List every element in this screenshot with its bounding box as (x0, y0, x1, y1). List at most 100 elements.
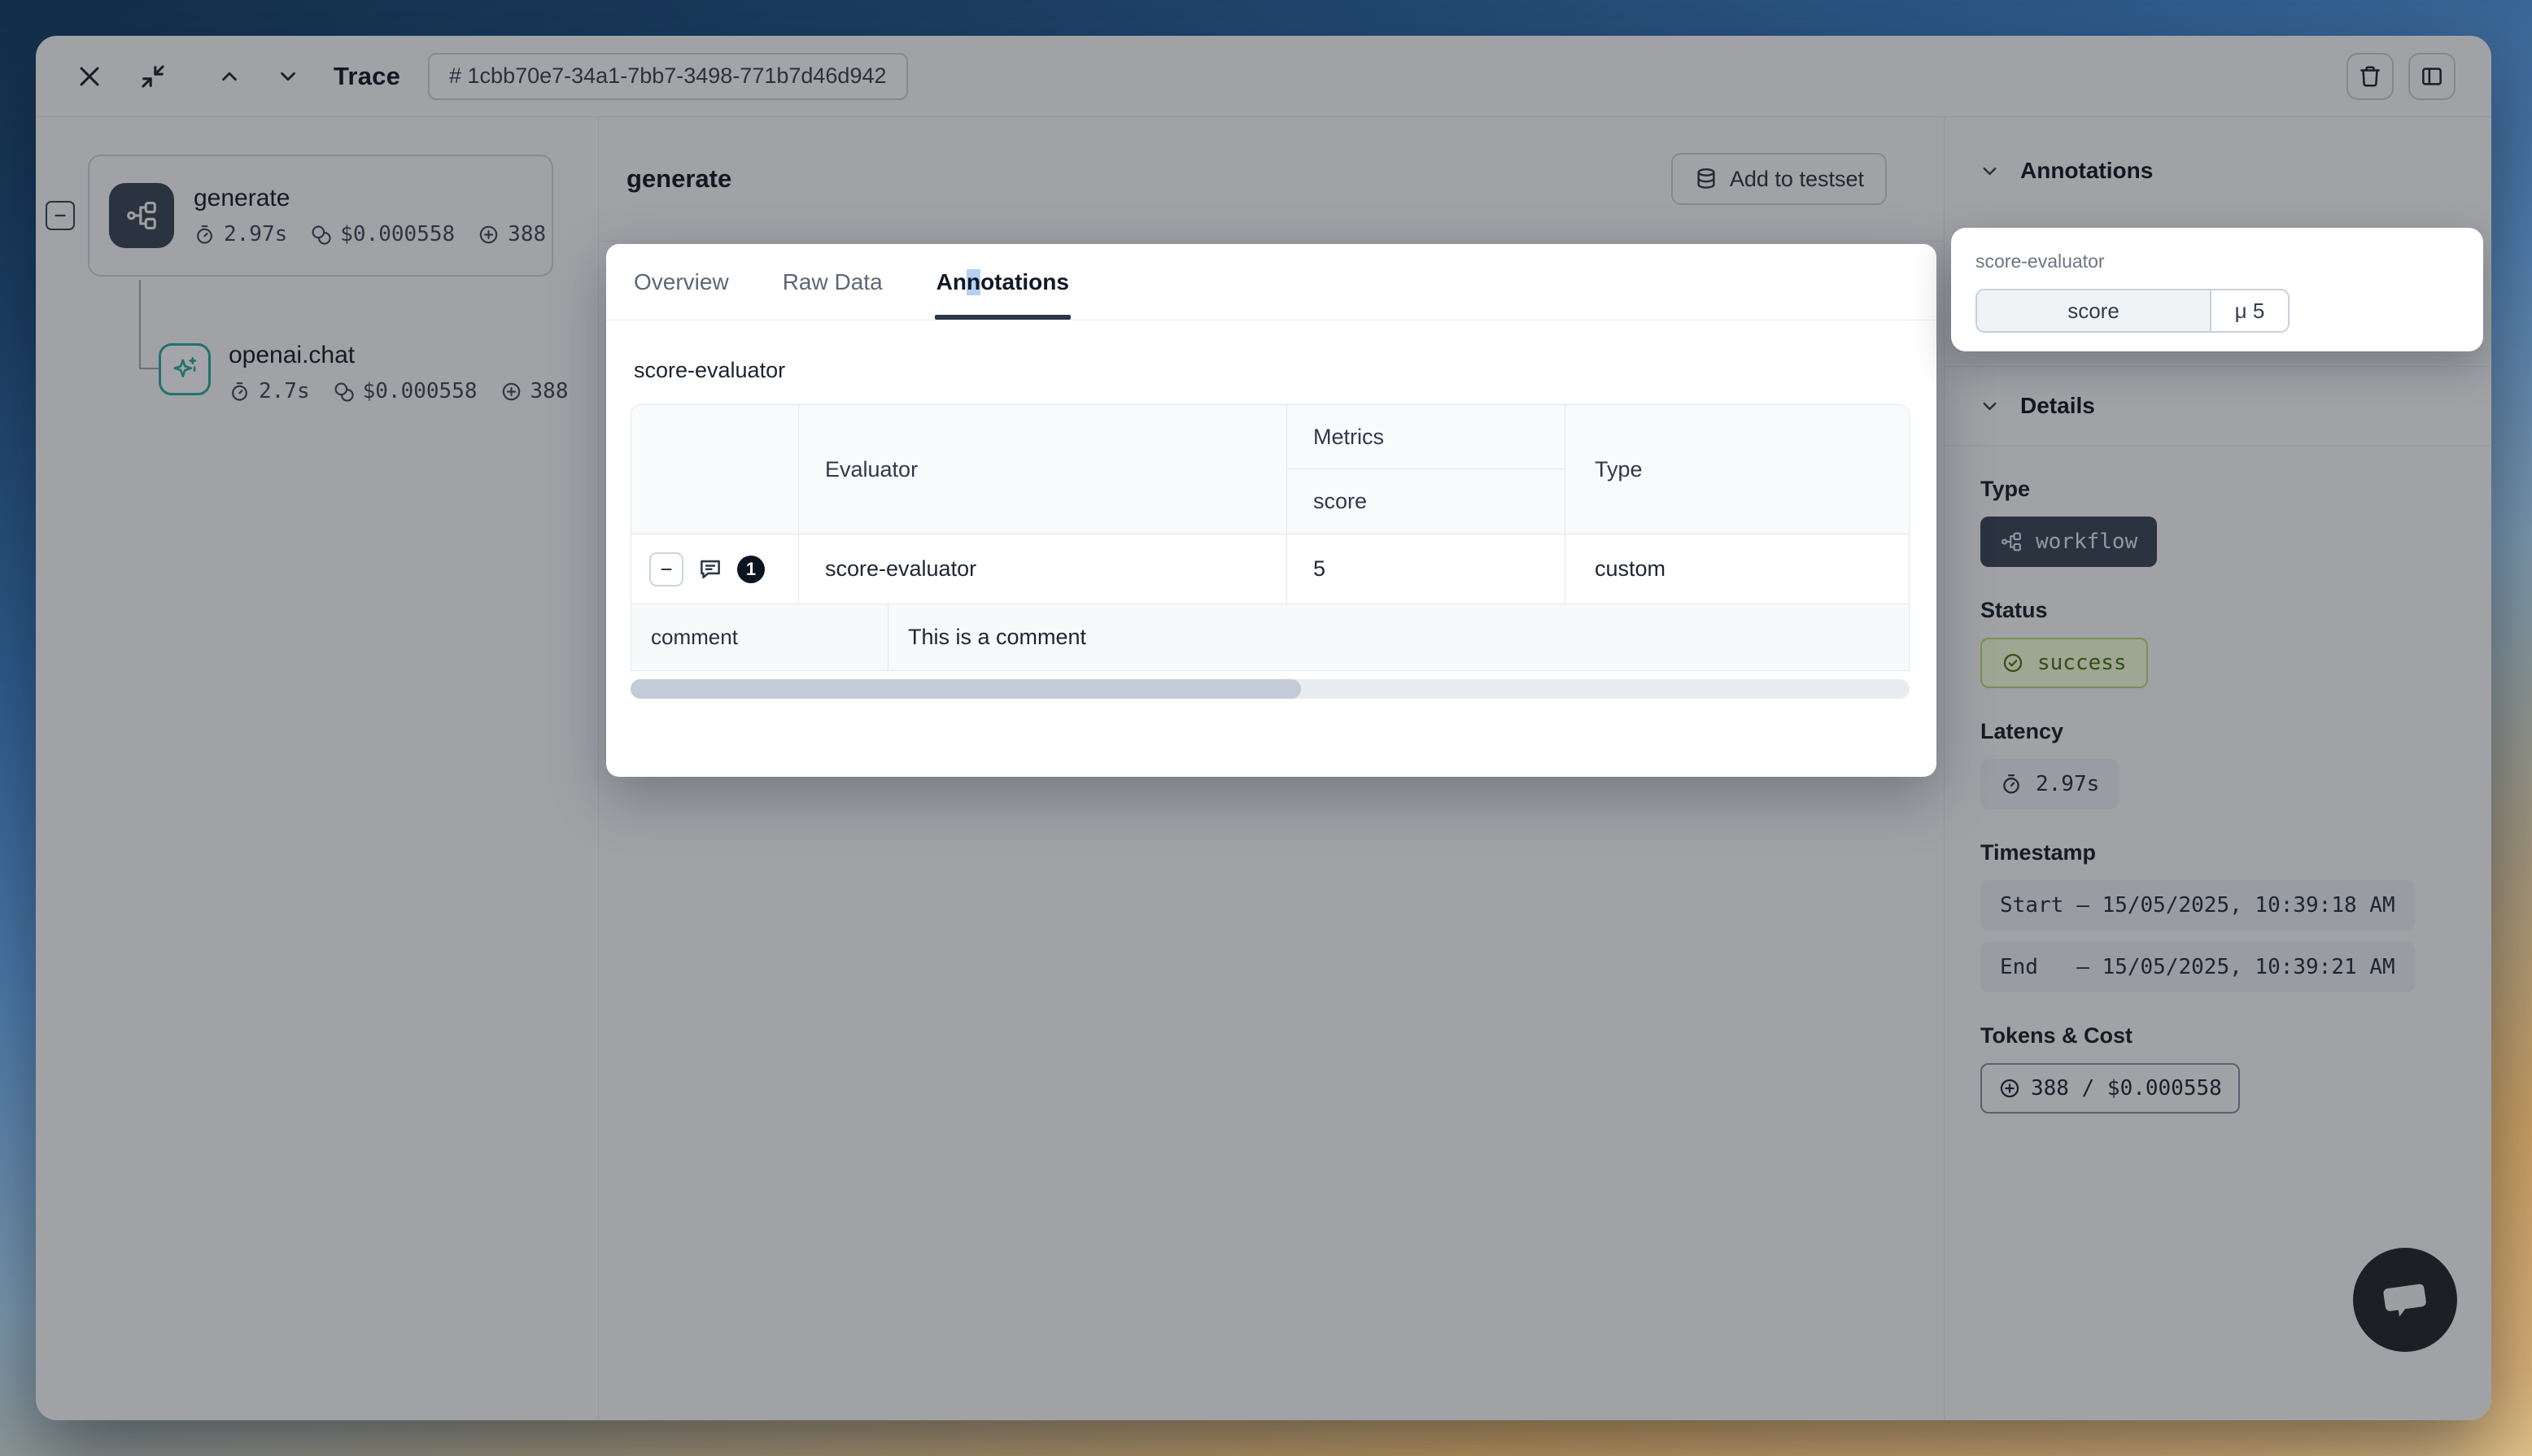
add-to-testset-label: Add to testset (1730, 167, 1864, 192)
chevron-up-icon (217, 64, 242, 89)
page-title: Trace (334, 62, 400, 91)
status-label: Status (1980, 598, 2456, 623)
comment-icon (696, 556, 724, 583)
prev-trace-button[interactable] (212, 59, 247, 94)
span-tabs-card: Overview Raw Data Annotations score-eval… (606, 244, 1936, 777)
tokens-metric: 388 (478, 222, 546, 246)
span-header: generate Add to testset (599, 117, 1944, 242)
workflow-icon (124, 198, 159, 233)
delete-trace-button[interactable] (2346, 53, 2394, 100)
workflow-node-tile (109, 183, 174, 248)
modal-body: generate 2.97s $0.000558 (36, 117, 2491, 1420)
evaluator-section-title: score-evaluator (634, 358, 1912, 383)
row-actions-cell: 1 (631, 534, 799, 604)
timestamp-end-key: End (2000, 955, 2063, 979)
cost-metric: $0.000558 (310, 222, 455, 246)
comment-count-badge[interactable]: 1 (737, 556, 765, 583)
latency-metric: 2.7s (229, 379, 310, 403)
annotations-table: Evaluator Metrics score (631, 404, 1910, 671)
row-type-cell: custom (1565, 534, 1909, 604)
comment-label-cell: comment (631, 604, 888, 670)
header-cell-metrics: Metrics score (1287, 405, 1565, 534)
coins-icon (333, 381, 355, 403)
tab-annotations[interactable]: Annotations (936, 244, 1069, 320)
table-row: 1 score-evaluator 5 custom (631, 534, 1909, 604)
plus-circle-icon (1998, 1077, 2021, 1100)
close-button[interactable] (72, 59, 107, 94)
trace-modal: Trace # 1cbb70e7-34a1-7bb7-3498-771b7d46… (36, 36, 2491, 1420)
annotations-section-title: Annotations (2020, 158, 2153, 184)
details-sidebar: Annotations score-evaluator score μ 5 De… (1945, 117, 2491, 1420)
type-badge: workflow (1980, 517, 2157, 567)
plus-circle-icon (478, 224, 500, 246)
stopwatch-icon (229, 381, 251, 403)
scrollbar-thumb[interactable] (631, 679, 1301, 699)
tab-overview[interactable]: Overview (634, 244, 729, 320)
annotation-metric-pill: score μ 5 (1975, 289, 2290, 333)
timestamp-start-value: — 15/05/2025, 10:39:18 AM (2076, 893, 2394, 918)
trash-icon (2358, 64, 2382, 89)
stopwatch-icon (2000, 773, 2023, 796)
latency-badge: 2.97s (1980, 759, 2119, 809)
tab-annotations-selected-text: n (967, 269, 980, 295)
metric-mean-value: μ 5 (2211, 290, 2288, 331)
annotation-evaluator-label: score-evaluator (1975, 251, 2459, 272)
header-metrics-group: Metrics (1287, 405, 1565, 469)
tab-annotations-text: otations (980, 269, 1069, 295)
latency-label: Latency (1980, 719, 2456, 744)
table-header: Evaluator Metrics score (631, 405, 1909, 534)
metric-name-segment[interactable]: score (1977, 290, 2211, 331)
chat-bubble-icon (2377, 1274, 2433, 1326)
horizontal-scrollbar[interactable] (631, 679, 1910, 699)
type-label: Type (1980, 477, 2456, 502)
timestamp-start-badge: Start — 15/05/2025, 10:39:18 AM (1980, 880, 2415, 931)
annotations-tab-content: score-evaluator Evaluator Metrics (606, 358, 1936, 699)
header-cell-actions (631, 405, 799, 534)
tree-child-title: openai.chat (229, 342, 568, 369)
tokens-cost-badge: 388 / $0.000558 (1980, 1063, 2240, 1114)
tab-annotations-text: An (936, 269, 967, 295)
sparkle-icon (170, 355, 199, 384)
header-cell-evaluator: Evaluator (799, 405, 1287, 534)
collapse-row-button[interactable] (649, 552, 683, 586)
annotations-section-toggle[interactable]: Annotations (1945, 158, 2153, 184)
details-fields: Type workflow Status success (1945, 446, 2491, 1114)
trace-id-badge[interactable]: # 1cbb70e7-34a1-7bb7-3498-771b7d46d942 (428, 53, 907, 100)
topbar-actions (2346, 53, 2456, 100)
workflow-icon (2000, 530, 2023, 553)
minimize-icon (139, 63, 167, 90)
header-metric-score: score (1287, 469, 1565, 534)
tree-node-generate[interactable]: generate 2.97s $0.000558 (88, 155, 553, 277)
tree-node-title: generate (194, 185, 546, 212)
timestamp-label: Timestamp (1980, 840, 2456, 865)
details-section-toggle[interactable]: Details (1945, 393, 2095, 419)
tree-node-openai-chat[interactable]: openai.chat 2.7s $0.000558 (159, 342, 568, 403)
tab-raw-data[interactable]: Raw Data (783, 244, 883, 320)
chevron-down-icon (1979, 160, 2001, 182)
comment-value-cell: This is a comment (888, 604, 1909, 670)
check-circle-icon (2002, 652, 2024, 674)
topbar: Trace # 1cbb70e7-34a1-7bb7-3498-771b7d46… (36, 36, 2491, 117)
tokens-cost-label: Tokens & Cost (1980, 1023, 2456, 1048)
tree-node-metrics: 2.97s $0.000558 388 (194, 222, 546, 246)
timestamp-end-value: — 15/05/2025, 10:39:21 AM (2076, 955, 2394, 979)
trace-tree-panel: generate 2.97s $0.000558 (36, 117, 599, 1420)
tree-connector-vertical (139, 280, 141, 369)
chat-support-button[interactable] (2353, 1248, 2457, 1352)
details-section-title: Details (2020, 393, 2095, 419)
add-to-testset-button[interactable]: Add to testset (1671, 153, 1887, 205)
next-trace-button[interactable] (270, 59, 306, 94)
toggle-sidebar-button[interactable] (2408, 53, 2456, 100)
cost-metric: $0.000558 (333, 379, 478, 403)
span-title: generate (626, 164, 731, 194)
tab-bar: Overview Raw Data Annotations (606, 244, 1936, 320)
comment-button[interactable] (696, 556, 724, 583)
tree-child-metrics: 2.7s $0.000558 388 (229, 379, 568, 403)
minimize-button[interactable] (135, 59, 171, 94)
tokens-metric: 388 (500, 379, 569, 403)
collapse-node-button[interactable] (46, 201, 75, 230)
chevron-down-icon (276, 64, 300, 89)
plus-circle-icon (500, 381, 522, 403)
coins-icon (310, 224, 332, 246)
annotation-summary-card: score-evaluator score μ 5 (1951, 228, 2483, 351)
